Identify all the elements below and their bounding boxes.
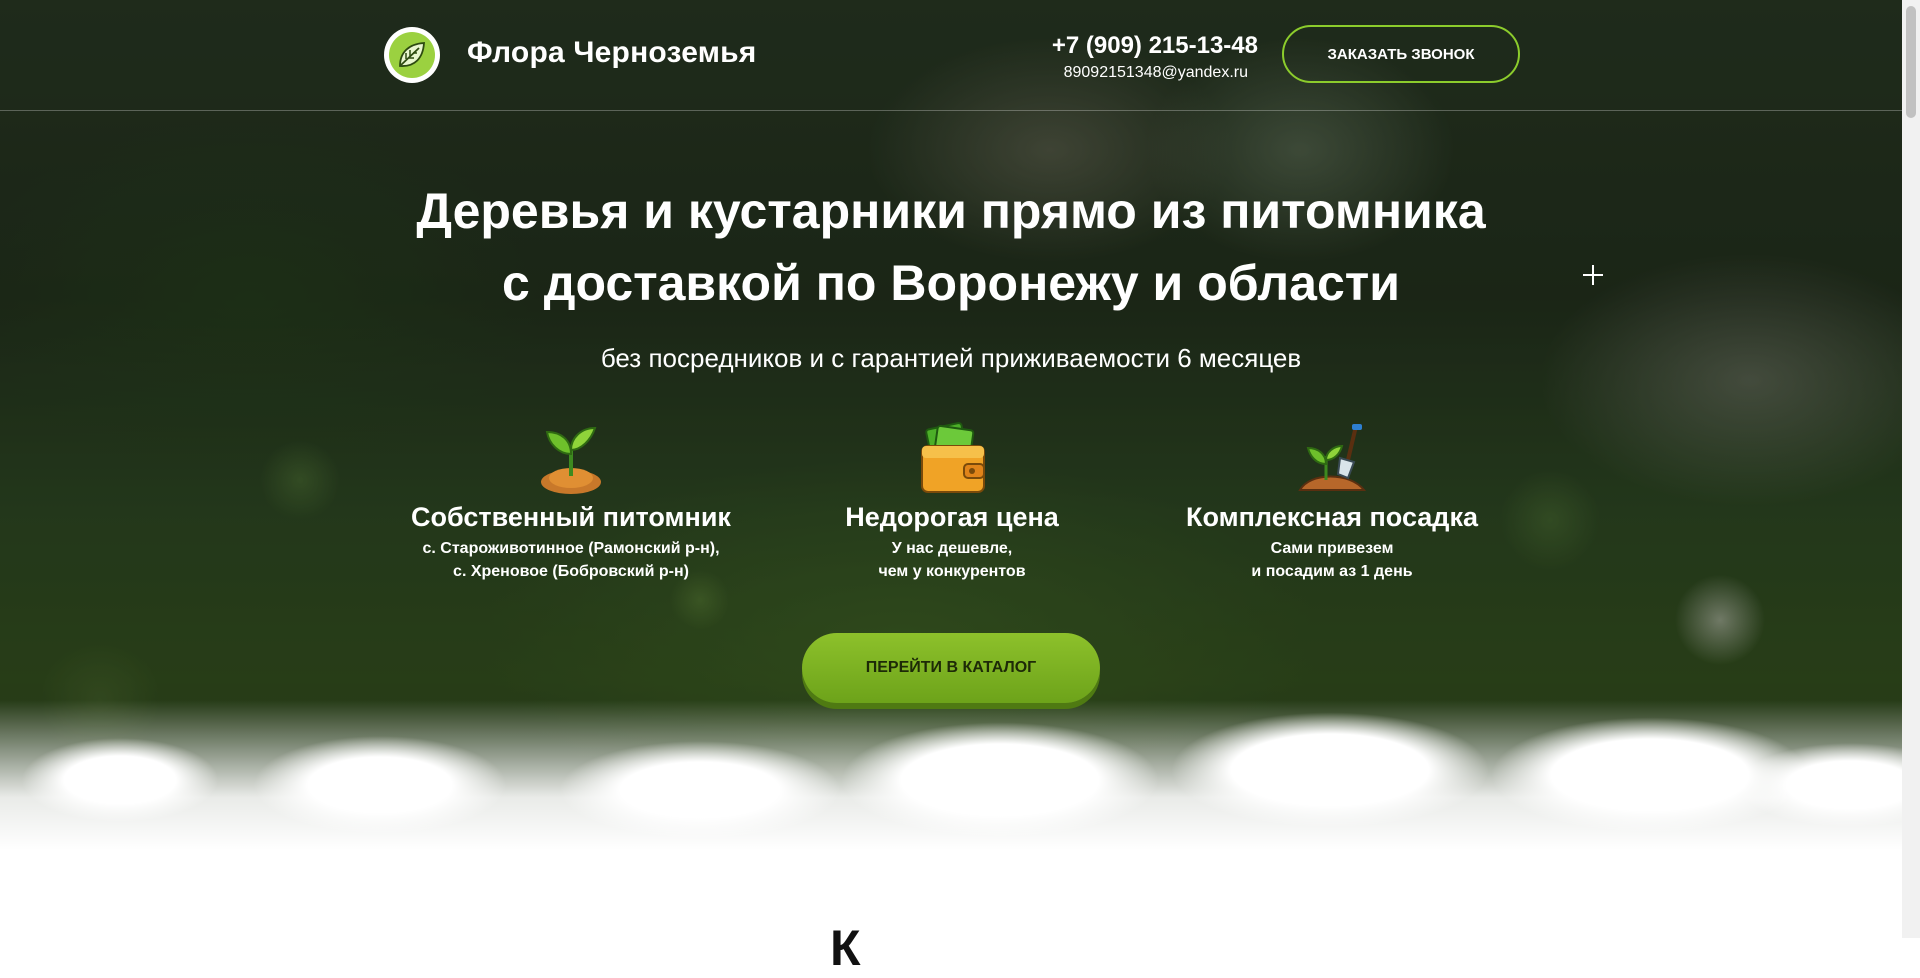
- feature-desc-line: У нас дешевле,: [891, 540, 1013, 557]
- cloud-divider: [0, 700, 1902, 850]
- feature-desc-line: Сами привезем: [1270, 540, 1394, 557]
- hero-title: Деревья и кустарники прямо из питомника …: [0, 175, 1902, 319]
- callback-button[interactable]: ЗАКАЗАТЬ ЗВОНОК: [1282, 25, 1520, 83]
- feature-desc: Сами привезем и посадим аз 1 день: [1142, 537, 1522, 583]
- feature-nursery: Собственный питомник с. Староживотинное …: [381, 420, 761, 583]
- feature-price: Недорогая цена У нас дешевле, чем у конк…: [762, 420, 1142, 583]
- feature-desc-line: с. Староживотинное (Рамонский р-н),: [422, 540, 720, 557]
- next-section-heading: К: [830, 920, 861, 976]
- feature-desc: с. Староживотинное (Рамонский р-н), с. Х…: [381, 537, 761, 583]
- brand-name[interactable]: Флора Черноземья: [467, 36, 756, 70]
- phone-number[interactable]: +7 (909) 215-13-48: [1046, 32, 1258, 60]
- hero-subtitle: без посредников и с гарантией приживаемо…: [600, 343, 1302, 373]
- scrollbar[interactable]: [1902, 0, 1920, 938]
- feature-desc: У нас дешевле, чем у конкурентов: [762, 537, 1142, 583]
- planting-shovel-icon: [1292, 420, 1372, 500]
- leaf-logo-icon: [389, 32, 435, 78]
- feature-desc-line: с. Хреновое (Бобровский р-н): [453, 563, 689, 580]
- feature-planting: Комплексная посадка Сами привезем и поса…: [1142, 420, 1522, 583]
- feature-desc-line: чем у конкурентов: [878, 563, 1026, 580]
- feature-title: Комплексная посадка: [1186, 502, 1478, 532]
- logo[interactable]: [384, 27, 440, 83]
- sprout-icon: [531, 420, 611, 500]
- catalog-button[interactable]: ПЕРЕЙТИ В КАТАЛОГ: [802, 633, 1100, 703]
- feature-title: Недорогая цена: [845, 502, 1059, 532]
- email-link[interactable]: 89092151348@yandex.ru: [1046, 64, 1248, 82]
- site-header: Флора Черноземья +7 (909) 215-13-48 8909…: [0, 0, 1902, 111]
- feature-title: Собственный питомник: [411, 502, 731, 532]
- wallet-money-icon: [912, 420, 992, 500]
- hero-title-line-1: Деревья и кустарники прямо из питомника: [416, 183, 1486, 239]
- feature-desc-line: и посадим аз 1 день: [1251, 563, 1413, 580]
- crosshair-cursor-icon: [1583, 265, 1603, 285]
- hero-title-line-2: с доставкой по Воронежу и области: [502, 255, 1400, 311]
- scrollbar-thumb[interactable]: [1906, 6, 1916, 118]
